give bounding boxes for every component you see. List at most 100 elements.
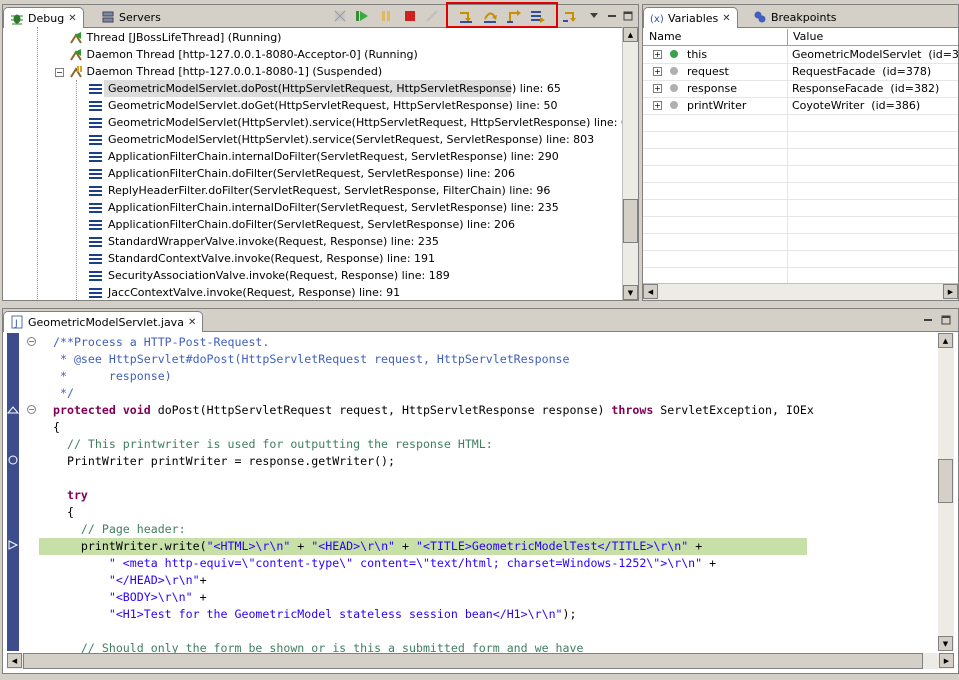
scroll-up-button[interactable]: ▲	[938, 333, 953, 348]
code-line[interactable]: * response)	[53, 368, 925, 385]
code-line[interactable]: */	[53, 385, 925, 402]
code-line[interactable]	[53, 470, 925, 487]
terminate-button[interactable]	[401, 8, 419, 24]
maximize-button[interactable]	[937, 312, 955, 328]
step-over-button[interactable]	[481, 8, 499, 24]
disconnect-button[interactable]	[423, 8, 441, 24]
column-header-name[interactable]: Name	[649, 30, 681, 43]
close-icon[interactable]: ✕	[722, 13, 730, 24]
minimize-button[interactable]	[919, 312, 937, 328]
code-line[interactable]: // Should only the form be shown or is t…	[53, 640, 925, 654]
variable-row[interactable]: + this GeometricModelServlet (id=358)	[643, 46, 958, 64]
stack-frame-row[interactable]: StandardWrapperValve.invoke(Request, Res…	[89, 233, 439, 250]
variable-row[interactable]: + response ResponseFacade (id=382)	[643, 80, 958, 98]
scroll-left-button[interactable]: ◀	[643, 284, 658, 299]
code-line[interactable]: "<H1>Test for the GeometricModel statele…	[53, 606, 925, 623]
editor-view: J GeometricModelServlet.java ✕ − − /**Pr…	[2, 308, 959, 674]
fold-toggle-icon[interactable]: −	[27, 337, 36, 346]
override-marker-icon[interactable]	[7, 454, 19, 466]
debug-vertical-scrollbar[interactable]: ▲ ▼	[622, 27, 638, 300]
variables-horizontal-scrollbar[interactable]: ◀ ▶	[643, 283, 958, 300]
expand-toggle[interactable]: +	[653, 67, 662, 76]
collapse-toggle[interactable]: −	[55, 68, 64, 77]
stack-frame-icon	[89, 185, 102, 197]
code-line[interactable]: "<BODY>\r\n" +	[53, 589, 925, 606]
fold-toggle-icon[interactable]: −	[27, 405, 36, 414]
resume-button[interactable]	[353, 8, 371, 24]
stack-frame-row[interactable]: GeometricModelServlet.doPost(HttpServlet…	[89, 80, 561, 97]
code-line[interactable]: printWriter.write("<HTML>\r\n" + "<HEAD>…	[53, 538, 925, 555]
tab-geometricmodelservlet-java[interactable]: J GeometricModelServlet.java ✕	[3, 311, 204, 332]
breakpoint-marker-icon[interactable]	[6, 405, 20, 415]
code-line[interactable]: /**Process a HTTP-Post-Request.	[53, 334, 925, 351]
thread-row[interactable]: Daemon Thread [http-127.0.0.1-8080-Accep…	[69, 46, 418, 63]
stack-frame-row[interactable]: StandardContextValve.invoke(Request, Res…	[89, 250, 435, 267]
stack-frame-row[interactable]: SecurityAssociationValve.invoke(Request,…	[89, 267, 450, 284]
stack-frame-row[interactable]: JaccContextValve.invoke(Request, Respons…	[89, 284, 400, 300]
javadoc-token: * response)	[53, 369, 172, 383]
empty-row	[643, 267, 958, 284]
code-line[interactable]: "</HEAD>\r\n"+	[53, 572, 925, 589]
code-line[interactable]: PrintWriter printWriter = response.getWr…	[53, 453, 925, 470]
stack-frame-row[interactable]: ApplicationFilterChain.doFilter(ServletR…	[89, 165, 515, 182]
stack-frame-row[interactable]: GeometricModelServlet(HttpServlet).servi…	[89, 114, 622, 131]
code-line[interactable]: {	[53, 419, 925, 436]
step-return-button[interactable]	[505, 8, 523, 24]
editor-vertical-scrollbar[interactable]: ▲ ▼	[938, 333, 954, 651]
tab-debug[interactable]: Debug ✕	[3, 7, 84, 28]
variables-tabbar: (x)= Variables ✕ Breakpoints	[643, 5, 958, 28]
variable-row[interactable]: + printWriter CoyoteWriter (id=386)	[643, 97, 958, 115]
view-menu-button[interactable]	[585, 8, 603, 24]
drop-to-frame-button[interactable]	[529, 8, 547, 24]
stack-frame-row[interactable]: ApplicationFilterChain.doFilter(ServletR…	[89, 216, 515, 233]
code-line[interactable]	[53, 623, 925, 640]
stack-frame-label: SecurityAssociationValve.invoke(Request,…	[108, 269, 450, 282]
code-line[interactable]: * @see HttpServlet#doPost(HttpServletReq…	[53, 351, 925, 368]
scroll-thumb[interactable]	[23, 653, 923, 669]
scroll-up-button[interactable]: ▲	[623, 27, 638, 42]
variable-name: request	[687, 65, 729, 78]
step-into-button[interactable]	[457, 8, 475, 24]
code-line[interactable]: // Page header:	[53, 521, 925, 538]
scroll-right-button[interactable]: ▶	[943, 284, 958, 299]
tab-variables[interactable]: (x)= Variables ✕	[643, 7, 738, 28]
thread-row[interactable]: Daemon Thread [http-127.0.0.1-8080-1] (S…	[69, 63, 382, 80]
expand-toggle[interactable]: +	[653, 84, 662, 93]
variable-name: printWriter	[687, 99, 747, 112]
stack-frame-row[interactable]: GeometricModelServlet(HttpServlet).servi…	[89, 131, 594, 148]
code-line[interactable]: try	[53, 487, 925, 504]
code-line[interactable]: " <meta http-equiv=\"content-type\" cont…	[53, 555, 925, 572]
column-header-value[interactable]: Value	[793, 30, 823, 43]
code-area[interactable]: /**Process a HTTP-Post-Request. * @see H…	[53, 334, 925, 654]
maximize-button[interactable]	[619, 8, 637, 24]
use-step-filters-button[interactable]	[561, 8, 579, 24]
code-line[interactable]: protected void doPost(HttpServletRequest…	[53, 402, 925, 419]
expand-toggle[interactable]: +	[653, 101, 662, 110]
tab-breakpoints[interactable]: Breakpoints	[747, 7, 843, 27]
tab-servers[interactable]: Servers	[95, 7, 167, 27]
scroll-left-button[interactable]: ◀	[7, 653, 22, 668]
stack-frame-row[interactable]: ReplyHeaderFilter.doFilter(ServletReques…	[89, 182, 550, 199]
stack-frame-row[interactable]: GeometricModelServlet.doGet(HttpServletR…	[89, 97, 557, 114]
code-line[interactable]: // This printwriter is used for outputti…	[53, 436, 925, 453]
overview-ruler[interactable]	[954, 333, 958, 651]
scroll-thumb[interactable]	[938, 459, 953, 503]
stack-frame-row[interactable]: ApplicationFilterChain.internalDoFilter(…	[89, 199, 559, 216]
code-line[interactable]: {	[53, 504, 925, 521]
expand-toggle[interactable]: +	[653, 50, 662, 59]
stack-frame-label: ApplicationFilterChain.internalDoFilter(…	[108, 150, 559, 163]
remove-terminated-button[interactable]	[331, 8, 349, 24]
close-icon[interactable]: ✕	[68, 13, 76, 24]
editor-horizontal-scrollbar[interactable]: ◀ ▶	[7, 653, 954, 669]
scroll-right-button[interactable]: ▶	[939, 653, 954, 668]
scroll-down-button[interactable]: ▼	[623, 285, 638, 300]
scroll-thumb[interactable]	[623, 199, 638, 243]
close-icon[interactable]: ✕	[188, 317, 196, 328]
variable-row[interactable]: + request RequestFacade (id=378)	[643, 63, 958, 81]
stack-frame-label: ApplicationFilterChain.doFilter(ServletR…	[108, 218, 516, 231]
stack-frame-label: GeometricModelServlet.doPost(HttpServlet…	[108, 82, 561, 95]
scroll-down-button[interactable]: ▼	[938, 636, 953, 651]
thread-row[interactable]: Thread [JBossLifeThread] (Running)	[69, 29, 281, 46]
suspend-button[interactable]	[377, 8, 395, 24]
stack-frame-row[interactable]: ApplicationFilterChain.internalDoFilter(…	[89, 148, 559, 165]
